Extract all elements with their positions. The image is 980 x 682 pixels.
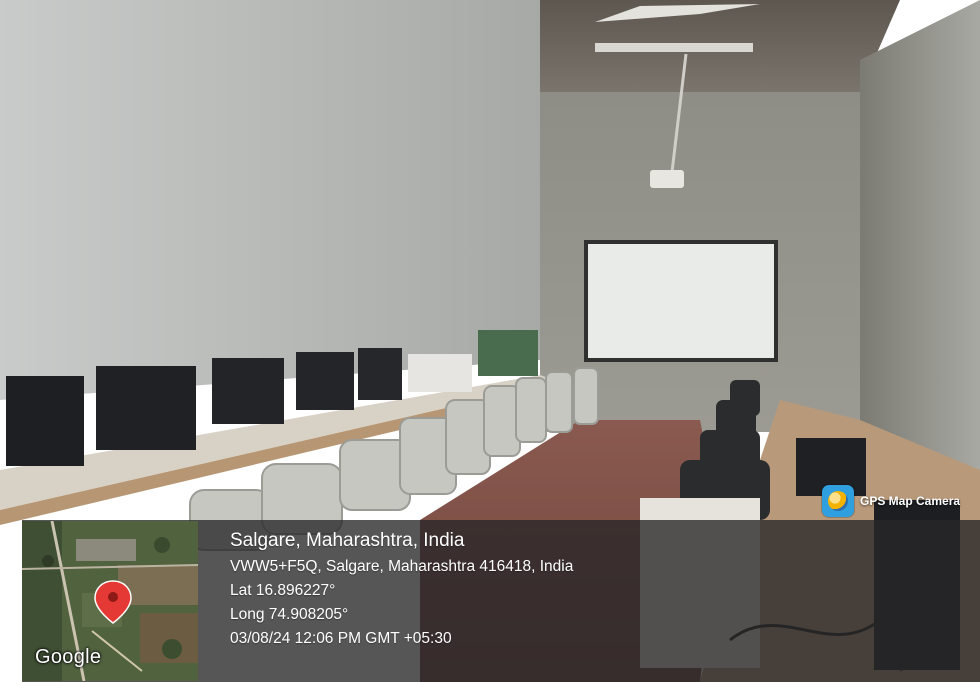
gps-map-camera-badge: GPS Map Camera bbox=[822, 484, 960, 518]
monitor bbox=[358, 348, 402, 400]
monitor bbox=[296, 352, 354, 410]
left-wall bbox=[0, 0, 540, 400]
location-title: Salgare, Maharashtra, India bbox=[230, 530, 465, 551]
green-cabinet bbox=[478, 330, 538, 376]
map-thumbnail: Google bbox=[22, 521, 198, 681]
monitor bbox=[6, 376, 84, 466]
datetime-text: 03/08/24 12:06 PM GMT +05:30 bbox=[230, 630, 452, 647]
fan-bar bbox=[595, 43, 753, 52]
location-info-panel: Google Salgare, Maharashtra, India VWW5+… bbox=[22, 520, 980, 682]
google-logo: Google bbox=[35, 646, 102, 668]
gps-map-camera-app-icon bbox=[822, 485, 854, 517]
printer bbox=[408, 354, 472, 392]
right-wall bbox=[860, 0, 980, 480]
longitude-text: Long 74.908205° bbox=[230, 606, 349, 623]
projector bbox=[650, 170, 684, 188]
monitor bbox=[212, 358, 284, 424]
location-text: Salgare, Maharashtra, India VWW5+F5Q, Sa… bbox=[198, 520, 573, 682]
screen-surface bbox=[588, 244, 774, 358]
badge-label: GPS Map Camera bbox=[860, 494, 961, 508]
location-address: VWW5+F5Q, Salgare, Maharashtra 416418, I… bbox=[230, 558, 574, 575]
monitor bbox=[96, 366, 196, 450]
latitude-text: Lat 16.896227° bbox=[230, 582, 336, 599]
